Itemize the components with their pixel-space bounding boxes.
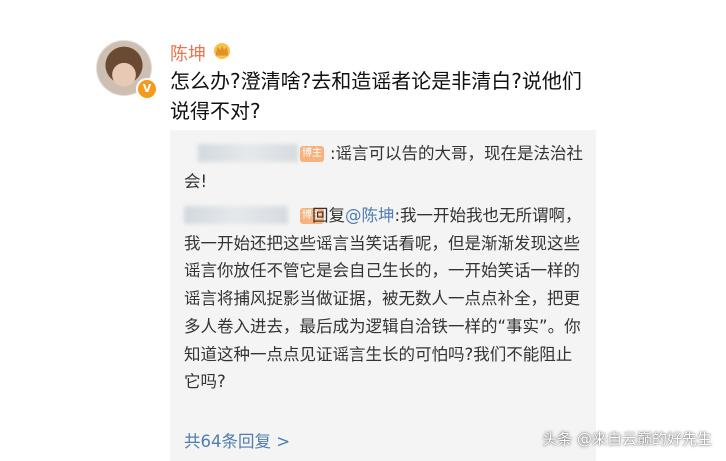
reply-box: 博主 :谣言可以告的大哥，现在是法治社会! 博主 回复@陈坤:我一开始我也无所谓… (170, 130, 596, 461)
crown-icon (214, 43, 230, 59)
reply-body: :我一开始我也无所谓啊，我一开始还把这些谣言当笑话看呢，但是渐渐发现这些谣言你放… (184, 206, 582, 392)
post-text: 怎么办?澄清啥?去和造谣者论是非清白?说他们说得不对? (170, 69, 582, 123)
reply-text: 回复@陈坤:我一开始我也无所谓啊，我一开始还把这些谣言当笑话看呢，但是渐渐发现这… (184, 202, 584, 396)
author-name[interactable]: 陈坤 (170, 40, 206, 66)
view-all-replies-link[interactable]: 共64条回复 > (184, 428, 290, 452)
verified-v-icon: V (136, 78, 158, 100)
mention-link[interactable]: @陈坤 (345, 206, 395, 225)
watermark: 头条 @来自云巅的好先生 (542, 430, 712, 448)
reply-text: :谣言可以告的大哥，现在是法治社会! (184, 144, 584, 191)
reply-prefix: 回复 (312, 206, 345, 225)
